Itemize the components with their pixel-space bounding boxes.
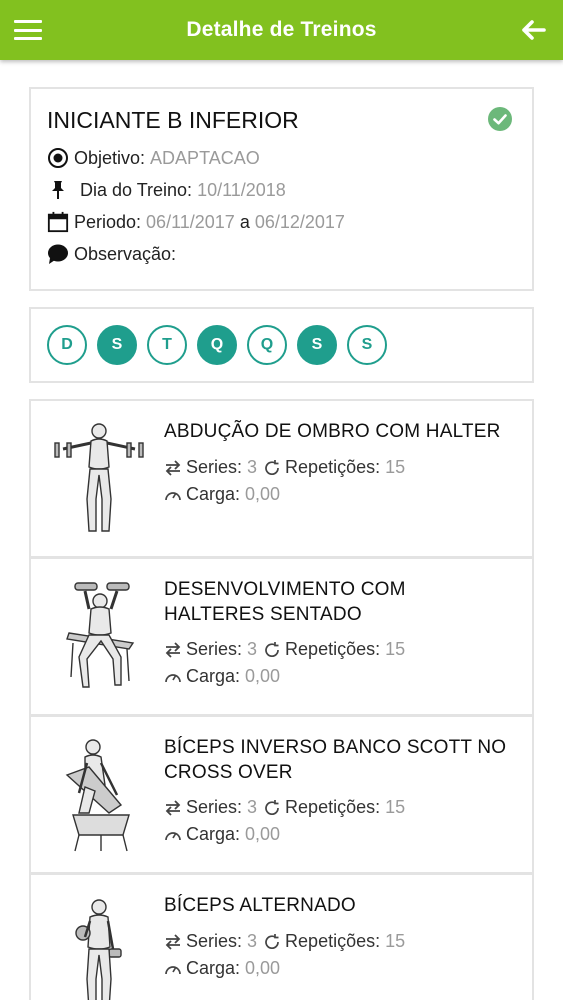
arrow-left-icon[interactable] — [517, 14, 549, 46]
day-tuesday[interactable]: T — [147, 325, 187, 365]
exercise-name: DESENVOLVIMENTO COM HALTERES SENTADO — [164, 579, 406, 625]
training-day-value: 10/11/2018 — [197, 179, 286, 200]
workout-info-card: INICIANTE B INFERIOR Objetivo: ADAPTACAO… — [29, 87, 534, 291]
period-row: Periodo: 06/11/2017 a 06/12/2017 — [47, 210, 516, 234]
training-day-row: Dia do Treino: 10/11/2018 — [47, 178, 516, 202]
swap-arrows-icon — [165, 933, 181, 950]
repeat-icon — [265, 933, 279, 949]
swap-arrows-icon — [165, 641, 181, 658]
day-saturday[interactable]: S — [347, 325, 387, 365]
load-row: Carga: 0,00 — [164, 484, 280, 505]
exercise-name: BÍCEPS INVERSO BANCO SCOTT NO CROSS OVER — [164, 737, 507, 783]
gauge-icon — [165, 965, 181, 974]
reps-value: 15 — [385, 931, 406, 951]
swap-arrows-icon — [165, 799, 181, 816]
series-reps-row: Series: 3 Repetições: 15 — [164, 931, 405, 952]
check-circle-icon — [488, 107, 512, 131]
series-reps-row: Series: 3 Repetições: 15 — [164, 797, 405, 818]
exercise-illustration-shoulder-abduction — [54, 423, 144, 532]
period-end: 06/12/2017 — [254, 211, 345, 232]
exercise-name: ABDUÇÃO DE OMBRO COM HALTER — [164, 421, 501, 442]
pin-icon — [47, 179, 69, 201]
repeat-icon — [265, 641, 279, 657]
repeat-icon — [265, 459, 279, 475]
gauge-icon — [165, 491, 181, 500]
load-value: 0,00 — [245, 666, 281, 686]
swap-arrows-icon — [165, 459, 181, 476]
reps-value: 15 — [385, 639, 406, 659]
series-value: 3 — [247, 931, 258, 951]
reps-value: 15 — [385, 797, 406, 817]
reps-value: 15 — [385, 457, 406, 477]
exercise-card[interactable]: DESENVOLVIMENTO COM HALTERES SENTADO Ser… — [29, 557, 534, 716]
day-thursday[interactable]: Q — [247, 325, 287, 365]
hamburger-menu-icon[interactable] — [14, 20, 42, 40]
repeat-icon — [265, 799, 279, 815]
weekdays-card: D S T Q Q S S — [29, 307, 534, 383]
exercise-illustration-seated-dumbbell-press — [66, 582, 135, 688]
exercise-card[interactable]: ABDUÇÃO DE OMBRO COM HALTER Series: 3 Re… — [29, 399, 534, 558]
period-separator: a — [239, 211, 250, 232]
objective-value: ADAPTACAO — [150, 147, 260, 168]
load-row: Carga: 0,00 — [164, 958, 280, 979]
period-start: 06/11/2017 — [146, 211, 235, 232]
calendar-icon — [47, 211, 69, 233]
exercise-card[interactable]: BÍCEPS ALTERNADO Series: 3 Repetições: 1… — [29, 873, 534, 1000]
speech-bubble-icon — [47, 243, 69, 265]
exercise-card[interactable]: BÍCEPS INVERSO BANCO SCOTT NO CROSS OVER… — [29, 715, 534, 874]
day-monday[interactable]: S — [97, 325, 137, 365]
objective-label: Objetivo: — [74, 147, 146, 168]
notes-row: Observação: — [47, 242, 516, 266]
notes-label: Observação: — [74, 243, 177, 264]
page-title: Detalhe de Treinos — [186, 18, 377, 41]
series-value: 3 — [247, 797, 258, 817]
load-value: 0,00 — [245, 958, 281, 978]
app-bar: Detalhe de Treinos — [0, 0, 563, 60]
training-day-label: Dia do Treino: — [80, 179, 193, 200]
series-reps-row: Series: 3 Repetições: 15 — [164, 639, 405, 660]
radio-target-icon — [47, 147, 69, 169]
load-row: Carga: 0,00 — [164, 666, 280, 687]
day-wednesday[interactable]: Q — [197, 325, 237, 365]
load-value: 0,00 — [245, 824, 281, 844]
gauge-icon — [165, 673, 181, 682]
day-sunday[interactable]: D — [47, 325, 87, 365]
load-value: 0,00 — [245, 484, 281, 504]
exercise-illustration-scott-curl-cable — [65, 739, 130, 852]
exercise-name: BÍCEPS ALTERNADO — [164, 895, 356, 916]
exercise-illustration-alternating-curl — [75, 899, 122, 1000]
day-friday[interactable]: S — [297, 325, 337, 365]
load-row: Carga: 0,00 — [164, 824, 280, 845]
period-label: Periodo: — [74, 211, 142, 232]
workout-name: INICIANTE B INFERIOR — [47, 107, 299, 133]
gauge-icon — [165, 831, 181, 840]
series-value: 3 — [247, 457, 258, 477]
objective-row: Objetivo: ADAPTACAO — [47, 146, 516, 170]
series-reps-row: Series: 3 Repetições: 15 — [164, 457, 405, 478]
series-value: 3 — [247, 639, 258, 659]
